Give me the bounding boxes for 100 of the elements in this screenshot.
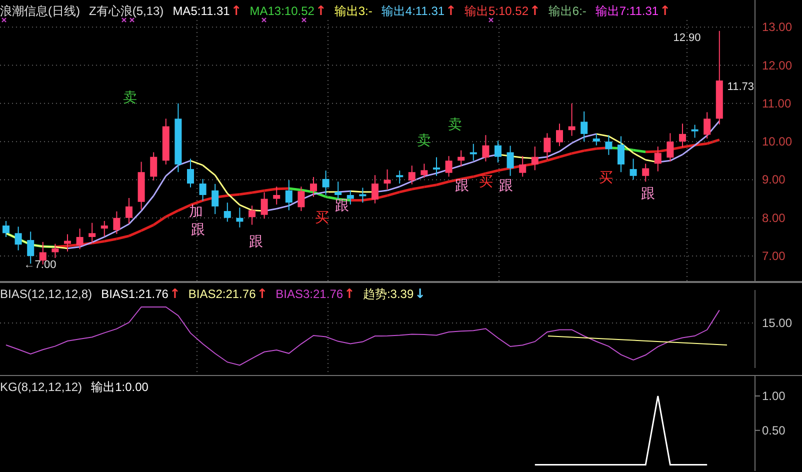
- candlestick: [322, 170, 330, 196]
- candlestick: [359, 187, 366, 204]
- cross-marker-icon: [488, 18, 494, 22]
- candlestick: [372, 174, 378, 204]
- price-label: ←7.00: [24, 259, 56, 271]
- sell-signal: 卖: [123, 89, 137, 105]
- cross-marker-icon: [130, 18, 134, 22]
- trend-arrow: ↑: [315, 4, 326, 19]
- cross-marker-icon: [122, 18, 126, 22]
- indicator-value: 浪潮信息(日线): [0, 3, 80, 20]
- buy-signal: 买: [599, 169, 613, 185]
- candlestick: [224, 202, 231, 222]
- indicator-value: BIAS3:21.76: [276, 287, 344, 301]
- candlestick: [76, 228, 84, 250]
- follow-signal: 跟: [499, 177, 513, 193]
- axis-label: 12.00: [762, 58, 792, 72]
- candlestick: [285, 180, 292, 211]
- candlestick: [580, 110, 588, 142]
- trend-arrow: ↑: [530, 4, 540, 19]
- axis-label: 0.50: [762, 423, 786, 438]
- trend-arrow: ↑: [169, 287, 180, 302]
- candlestick: [88, 222, 96, 244]
- candlestick: [408, 165, 416, 185]
- axis-label: 1.00: [762, 388, 786, 403]
- indicator-value: MA13:10.52: [250, 4, 314, 18]
- indicator-value: 输出6:-: [548, 3, 586, 20]
- candlestick: [691, 124, 698, 138]
- candlestick: [568, 102, 576, 136]
- candlestick: [298, 186, 305, 212]
- candlestick: [666, 132, 674, 162]
- axis-label: 11.00: [762, 96, 792, 110]
- candlestick: [150, 152, 158, 181]
- indicator-value: 输出7:11.31: [595, 3, 659, 20]
- indicator-value: 输出4:11.31: [381, 3, 445, 20]
- axis-label: 8.00: [762, 210, 786, 225]
- candlestick: [212, 183, 219, 215]
- indicator-value: 输出5:10.52: [464, 3, 528, 20]
- axis-label: 10.00: [762, 134, 792, 149]
- price-label: 11.73: [727, 81, 754, 93]
- candlestick: [174, 102, 182, 173]
- candlestick: [199, 178, 206, 202]
- price-label: 12.90: [673, 32, 701, 44]
- candlestick: [704, 112, 711, 140]
- candlestick: [126, 198, 132, 224]
- follow-signal: 跟: [641, 185, 655, 201]
- candlestick: [138, 161, 145, 210]
- indicator-value: 输出1:0.00: [91, 379, 148, 396]
- candlestick: [334, 181, 342, 200]
- follow-signal: 跟: [335, 197, 349, 213]
- indicator-value: 趋势:3.39: [362, 286, 414, 303]
- candlestick: [654, 146, 662, 172]
- candlestick: [642, 163, 650, 182]
- indicator-value: BIAS2:21.76: [188, 287, 256, 301]
- candlestick: [420, 163, 428, 178]
- candlestick: [494, 140, 502, 164]
- candlestick: [605, 134, 612, 156]
- candlestick: [531, 146, 538, 171]
- cross-marker-icon: [262, 18, 266, 22]
- candlestick: [433, 156, 440, 176]
- candlestick: [592, 133, 600, 146]
- candlestick: [506, 145, 514, 176]
- follow-signal: 跟: [455, 177, 469, 193]
- axis-label: 9.00: [762, 172, 786, 187]
- sell-signal: 卖: [448, 116, 462, 132]
- cross-marker-icon: [2, 18, 6, 22]
- candlestick: [273, 186, 280, 206]
- indicator-value: MA5:11.31: [172, 4, 230, 18]
- trend-arrow: ↑: [344, 287, 355, 302]
- candlestick: [52, 243, 59, 258]
- buy-signal: 买: [479, 173, 493, 189]
- axis-label: 7.00: [762, 249, 786, 264]
- add-signal: 加: [189, 203, 203, 219]
- candlestick: [384, 168, 391, 190]
- trend-arrow: ↑: [446, 4, 456, 19]
- candlestick: [310, 176, 317, 198]
- candlestick: [630, 158, 637, 180]
- candlestick: [2, 220, 10, 238]
- candlestick: [236, 207, 244, 228]
- indicator-value: Z有心浪(5,13): [89, 3, 164, 20]
- follow-signal: 跟: [191, 221, 205, 237]
- candlestick: [482, 134, 490, 162]
- candlestick: [187, 158, 194, 188]
- cross-marker-icon: [302, 18, 306, 22]
- indicator-value: 输出3:-: [334, 3, 372, 20]
- trend-arrow: ↑: [256, 287, 268, 302]
- candlestick: [248, 205, 256, 226]
- axis-label: 13.00: [762, 20, 792, 34]
- candlestick: [113, 210, 120, 234]
- indicator-value: BIAS1:21.76: [101, 287, 168, 301]
- candlestick: [544, 132, 551, 160]
- candlestick: [556, 123, 563, 147]
- candlestick: [100, 220, 108, 237]
- trend-arrow: ↑: [660, 4, 670, 19]
- candlestick: [470, 143, 477, 162]
- buy-signal: 买: [315, 209, 329, 225]
- candlestick: [64, 234, 71, 252]
- candlestick: [396, 170, 404, 184]
- axis-label: 15.00: [762, 316, 792, 330]
- trend-arrow: ↓: [414, 287, 426, 302]
- follow-signal: 跟: [249, 233, 263, 249]
